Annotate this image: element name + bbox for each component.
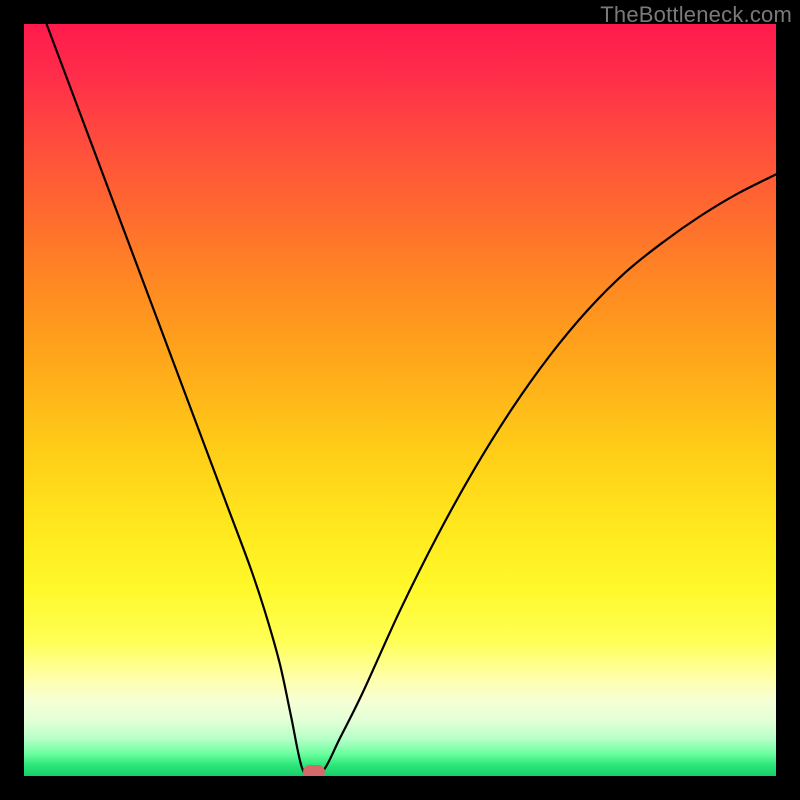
min-marker: [303, 765, 325, 776]
plot-area: [24, 24, 776, 776]
curve-svg: [24, 24, 776, 776]
chart-frame: TheBottleneck.com: [0, 0, 800, 800]
bottleneck-curve: [47, 24, 776, 776]
